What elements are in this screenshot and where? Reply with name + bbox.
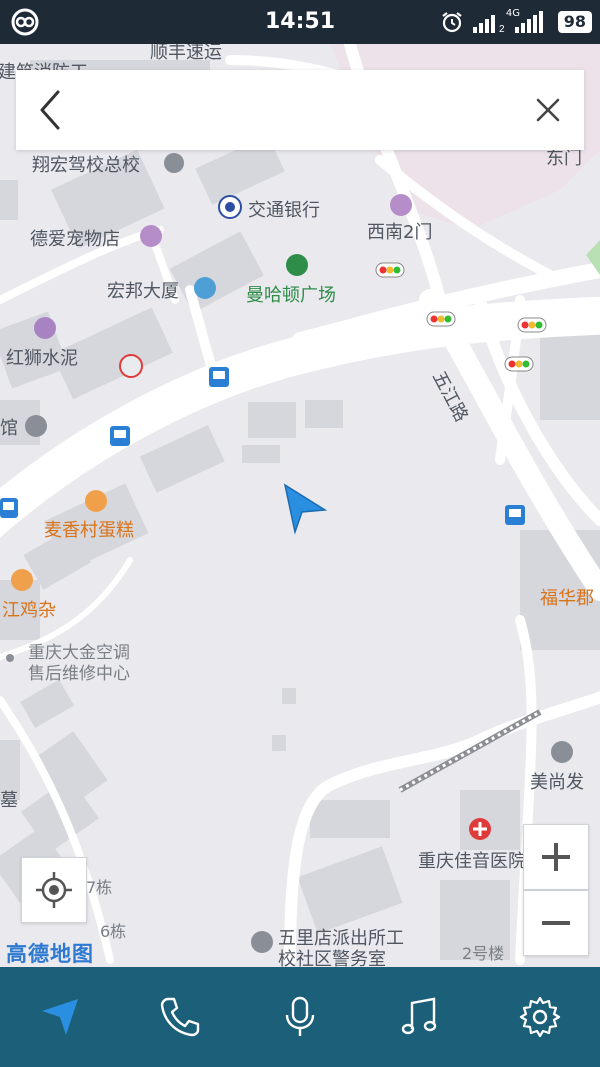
poi-maixiang[interactable]: 麦香村蛋糕: [44, 516, 134, 542]
plus-icon: [542, 843, 570, 871]
map-canvas: [0, 44, 600, 966]
poi-xinan[interactable]: 西南2门: [367, 218, 432, 244]
poi-manhadun[interactable]: 曼哈顿广场: [246, 281, 336, 307]
alarm-icon: [442, 12, 462, 33]
poi-bldg6: 6栋: [100, 922, 127, 941]
nav-tab-settings[interactable]: [510, 987, 570, 1047]
poi-xianghong[interactable]: 翔宏驾校总校: [32, 151, 140, 177]
music-icon: [401, 997, 437, 1035]
current-location-arrow: [283, 483, 328, 535]
navigation-icon: [42, 999, 78, 1035]
poi-wulidian-line2[interactable]: 校社区警务室: [278, 945, 386, 967]
poi-shunfeng[interactable]: 顺丰速运: [150, 44, 222, 64]
minus-icon: [542, 921, 570, 925]
locate-icon: [36, 872, 72, 908]
poi-fuhuajun[interactable]: 福华郡: [540, 584, 594, 610]
poi-jiayin[interactable]: 重庆佳音医院: [418, 847, 526, 873]
map-logo: 高德地图: [6, 942, 94, 966]
zoom-in-button[interactable]: [523, 824, 589, 890]
poi-jiangjiza[interactable]: 江鸡杂: [2, 596, 56, 622]
poi-dajin-line2[interactable]: 售后维修中心: [28, 659, 130, 684]
back-arrow-icon[interactable]: [28, 86, 76, 134]
poi-deai[interactable]: 德爱宠物店: [30, 225, 120, 251]
poi-hongbang[interactable]: 宏邦大厦: [107, 277, 179, 303]
poi-meishang[interactable]: 美尚发: [530, 768, 584, 794]
network-type: 4G: [505, 8, 520, 19]
settings-icon: [519, 996, 561, 1038]
map-view[interactable]: 顺丰速运 建筑消防工 翔宏驾校总校 交通银行 西南2门 东门 德爱宠物店 宏邦大…: [0, 44, 600, 967]
poi-bldg7: 7栋: [86, 878, 113, 897]
microphone-icon: [285, 996, 315, 1036]
phone-icon: [160, 997, 200, 1037]
zoom-out-button[interactable]: [523, 890, 589, 956]
bottom-nav: [0, 967, 600, 1067]
poi-jiaotong[interactable]: 交通银行: [248, 196, 320, 222]
nav-tab-navigation[interactable]: [30, 987, 90, 1047]
signal-icon: 2: [472, 15, 505, 33]
sim-number: 2: [499, 24, 505, 33]
search-input[interactable]: [86, 90, 510, 132]
status-bar: 14:51 2 4G 98: [0, 0, 600, 44]
poi-guan[interactable]: 馆: [0, 414, 18, 440]
poi-bldg2: 2号楼: [462, 944, 505, 963]
status-right: 2 4G 98: [440, 8, 592, 36]
nav-tab-music[interactable]: [390, 987, 450, 1047]
nav-tab-phone[interactable]: [150, 987, 210, 1047]
close-icon[interactable]: [524, 86, 572, 134]
nav-tab-voice[interactable]: [270, 987, 330, 1047]
search-bar: [16, 70, 584, 150]
battery-level: 98: [557, 11, 592, 33]
poi-hongshi[interactable]: 红狮水泥: [6, 344, 78, 370]
locate-button[interactable]: [21, 857, 87, 923]
poi-mu[interactable]: 墓: [0, 786, 18, 812]
